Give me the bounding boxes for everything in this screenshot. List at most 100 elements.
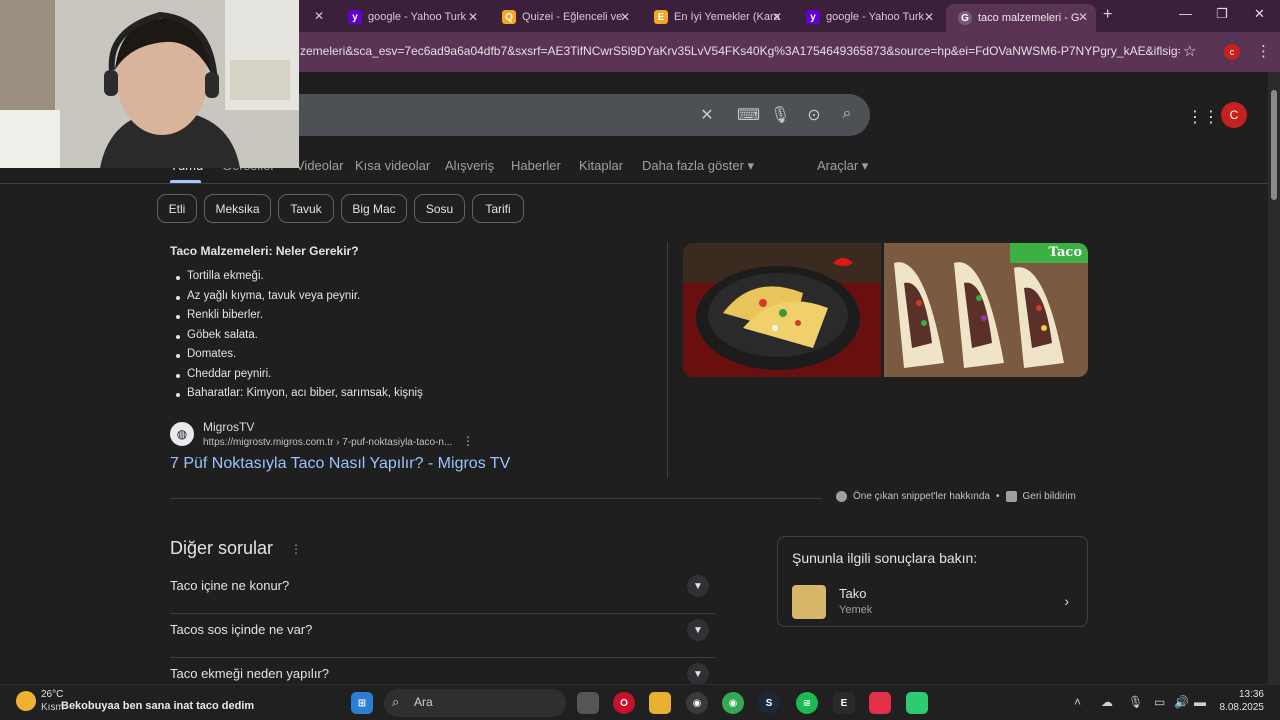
browser-profile-avatar[interactable]: c	[1224, 44, 1240, 60]
question-text: Taco ekmeği neden yapılır?	[170, 666, 329, 681]
browser-menu-icon[interactable]: ⋮	[1256, 42, 1271, 60]
tako-thumbnail[interactable]	[792, 585, 826, 619]
clock-time[interactable]: 13:36	[1228, 689, 1264, 700]
chrome-icon[interactable]: ◉	[722, 692, 744, 714]
network-icon[interactable]: ☁	[1101, 695, 1113, 709]
steam-icon[interactable]: S	[758, 692, 780, 714]
site-favicon-icon[interactable]: ◍	[170, 422, 194, 446]
tab-label: google - Yahoo Turk	[826, 11, 925, 23]
yahoo-icon: y	[348, 10, 362, 24]
chip-sosu[interactable]: Sosu	[414, 194, 465, 223]
microphone-icon[interactable]: 🎙	[1128, 695, 1143, 709]
chevron-down-icon[interactable]: ▼	[687, 663, 709, 684]
list-item: Baharatlar: Kimyon, acı biber, sarımsak,…	[176, 387, 423, 407]
weather-icon[interactable]	[16, 691, 36, 711]
task-view-icon[interactable]	[577, 692, 599, 714]
about-snippets-link[interactable]: Öne çıkan snippet'ler hakkında	[853, 491, 990, 502]
snippet-footer: Öne çıkan snippet'ler hakkında • Geri bi…	[836, 491, 1076, 502]
related-title: Şununla ilgili sonuçlara bakın:	[792, 550, 978, 566]
tab-en-iyi-yemekler[interactable]: E En İyi Yemekler (Kara ✕	[642, 4, 790, 30]
list-item: Domates.	[176, 348, 423, 368]
source-url[interactable]: https://migrostv.migros.com.tr › 7-puf-n…	[203, 437, 452, 448]
opera-icon[interactable]: O	[613, 692, 635, 714]
tab-close-icon[interactable]: ✕	[468, 10, 478, 24]
minimize-icon[interactable]: —	[1179, 6, 1192, 21]
tab-taco-malzemeleri[interactable]: G taco malzemeleri - G ✕	[946, 4, 1096, 32]
chrome-active-icon[interactable]: ◉	[686, 692, 708, 714]
paa-question[interactable]: Taco içine ne konur? ▼	[170, 570, 715, 614]
search-icon: ⌕	[392, 694, 400, 709]
tab-quizei[interactable]: Q Quizei - Eğlenceli ve ✕	[490, 4, 638, 30]
clear-icon[interactable]: ✕	[697, 105, 717, 125]
list-item: Göbek salata.	[176, 329, 423, 349]
file-explorer-icon[interactable]	[649, 692, 671, 714]
tools-button[interactable]: Araçlar ▾	[817, 158, 868, 174]
taskbar-search-input[interactable]	[384, 689, 566, 717]
battery-icon[interactable]: ▬	[1194, 695, 1206, 709]
divider	[667, 242, 668, 478]
webcam-overlay	[0, 0, 299, 168]
tab-close-icon[interactable]: ✕	[924, 10, 934, 24]
app-icon[interactable]	[869, 692, 891, 714]
taco-plate-image[interactable]	[683, 243, 881, 377]
tab-news[interactable]: Haberler	[511, 158, 561, 173]
maximize-icon[interactable]: ❐	[1216, 6, 1228, 22]
scrollbar-thumb[interactable]	[1271, 90, 1277, 200]
epic-games-icon[interactable]: E	[833, 692, 855, 714]
tab-close-icon[interactable]: ✕	[314, 9, 324, 23]
new-tab-button[interactable]: +	[1103, 6, 1112, 24]
clock-date[interactable]: 8.08.2025	[1208, 702, 1265, 713]
more-options-icon[interactable]: ⋮	[290, 542, 302, 556]
spotify-icon[interactable]: ≋	[796, 692, 818, 714]
url-field[interactable]: zemeleri&sca_esv=7ec6ad9a6a04dfb7&sxsrf=…	[300, 44, 1180, 58]
snippet-title: Taco Malzemeleri: Neler Gerekir?	[170, 244, 359, 258]
chevron-right-icon[interactable]: ›	[1064, 593, 1069, 609]
snippet-images[interactable]: Taco	[683, 243, 1088, 377]
chip-tarifi[interactable]: Tarifi	[472, 194, 524, 223]
microphone-icon[interactable]: 🎙	[770, 105, 790, 125]
tab-more[interactable]: Daha fazla göster ▾	[642, 158, 754, 174]
chevron-down-icon[interactable]: ▼	[687, 575, 709, 597]
tab-close-icon[interactable]: ✕	[772, 10, 782, 24]
avatar[interactable]: C	[1221, 102, 1247, 128]
tab-yahoo-1[interactable]: y google - Yahoo Turk ✕	[336, 4, 486, 30]
chevron-up-icon[interactable]: ˄	[1074, 695, 1081, 709]
tab-label: google - Yahoo Turk	[368, 11, 467, 23]
result-link[interactable]: 7 Püf Noktasıyla Taco Nasıl Yapılır? - M…	[170, 455, 510, 473]
tab-shopping[interactable]: Alışveriş	[445, 158, 494, 173]
apps-grid-icon[interactable]: ⋮⋮⋮	[1187, 107, 1235, 127]
search-icon[interactable]: ⌕	[837, 105, 857, 125]
display-icon[interactable]: ▭	[1154, 695, 1165, 709]
more-options-icon[interactable]: ⋮	[462, 434, 474, 448]
people-also-ask-title: Diğer sorular	[170, 538, 274, 558]
volume-icon[interactable]: 🔊	[1174, 695, 1189, 709]
tab-close-icon[interactable]: ✕	[620, 10, 630, 24]
paa-question[interactable]: Taco ekmeği neden yapılır? ▼	[170, 658, 715, 684]
source-name[interactable]: MigrosTV	[203, 420, 254, 434]
taskbar-search-placeholder: Ara	[414, 695, 433, 709]
tab-short-videos[interactable]: Kısa videolar	[355, 158, 430, 173]
chip-tavuk[interactable]: Tavuk	[278, 194, 334, 223]
window-close-icon[interactable]: ✕	[1254, 6, 1265, 22]
windows-start-icon[interactable]: ⊞	[351, 692, 373, 714]
tab-close-icon[interactable]: ✕	[1078, 10, 1088, 24]
keyboard-icon[interactable]: ⌨	[737, 105, 760, 125]
chevron-down-icon[interactable]: ▼	[687, 619, 709, 641]
weather-temp[interactable]: 26°C	[41, 689, 63, 700]
paa-question[interactable]: Tacos sos içinde ne var? ▼	[170, 614, 715, 658]
camera-search-icon[interactable]: ⊙	[804, 105, 824, 125]
list-item: Az yağlı kıyma, tavuk veya peynir.	[176, 290, 423, 310]
chip-meksika[interactable]: Meksika	[204, 194, 271, 223]
google-icon: G	[958, 11, 972, 25]
quizei-icon: Q	[502, 10, 516, 24]
bookmark-star-icon[interactable]: ☆	[1183, 42, 1196, 60]
tab-videos[interactable]: Videolar	[296, 158, 343, 173]
chip-etli[interactable]: Etli	[157, 194, 197, 223]
related-item-name[interactable]: Tako	[839, 586, 866, 601]
tab-yahoo-2[interactable]: y google - Yahoo Turk ✕	[794, 4, 942, 30]
tacos-image[interactable]	[884, 243, 1088, 377]
game-app-icon[interactable]	[906, 692, 928, 714]
feedback-link[interactable]: Geri bildirim	[1023, 491, 1076, 502]
chip-big-mac[interactable]: Big Mac	[341, 194, 407, 223]
tab-books[interactable]: Kitaplar	[579, 158, 623, 173]
